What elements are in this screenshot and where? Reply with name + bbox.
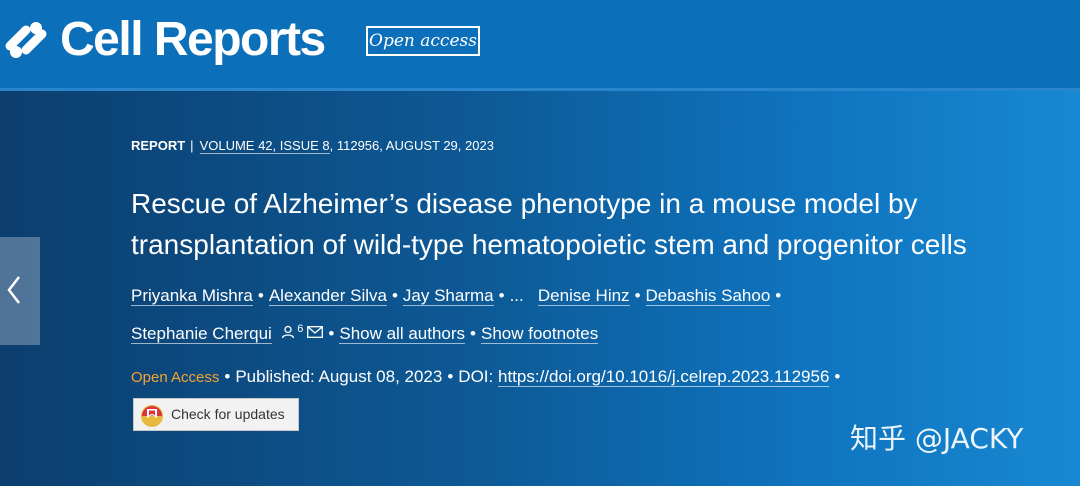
article-type: REPORT xyxy=(131,138,186,153)
volume-issue-link[interactable]: VOLUME 42, ISSUE 8 xyxy=(199,138,330,154)
author-link[interactable]: Denise Hinz xyxy=(537,286,630,306)
journal-logo-text[interactable]: Cell Reports xyxy=(60,10,326,70)
show-footnotes-link[interactable]: Show footnotes xyxy=(481,323,599,344)
author-link[interactable]: Stephanie Cherqui xyxy=(131,323,272,344)
authors-ellipsis: ... xyxy=(509,286,524,305)
author-link[interactable]: Jay Sharma xyxy=(402,286,494,306)
check-for-updates-label: Check for updates xyxy=(171,406,285,422)
watermark: 知乎 @JACKY xyxy=(850,422,1024,455)
open-access-badge: Open access xyxy=(366,26,480,56)
check-for-updates-button[interactable]: Check for updates xyxy=(133,398,299,431)
bullet: • xyxy=(447,367,454,386)
show-all-authors-link[interactable]: Show all authors xyxy=(339,323,466,344)
author-list-continued: Stephanie Cherqui 6 • Show all authors • Sho… xyxy=(131,318,599,345)
bullet: • xyxy=(257,286,264,305)
person-icon[interactable] xyxy=(281,325,295,339)
article-title: Rescue of Alzheimer’s disease phenotype … xyxy=(131,188,967,260)
bullet: • xyxy=(834,367,841,386)
footnote-count[interactable]: 6 xyxy=(297,323,303,335)
crossmark-icon xyxy=(141,405,163,427)
meta-separator: | xyxy=(190,138,194,153)
bullet: • xyxy=(224,367,231,386)
bullet: • xyxy=(775,286,782,305)
article-meta: REPORT | VOLUME 42, ISSUE 8, 112956, AUGUS… xyxy=(131,138,494,154)
bullet: • xyxy=(470,323,476,343)
open-access-label: Open Access xyxy=(131,369,220,386)
published-date: Published: August 08, 2023 xyxy=(235,367,443,386)
bullet: • xyxy=(328,323,335,343)
author-link[interactable]: Priyanka Mishra xyxy=(131,286,253,306)
chevron-left-icon xyxy=(7,276,20,304)
bullet: • xyxy=(634,286,641,305)
bullet: • xyxy=(391,286,398,305)
bullet: • xyxy=(498,286,505,305)
cell-press-logo-icon[interactable] xyxy=(4,16,48,64)
article-number-date: , 112956, AUGUST 29, 2023 xyxy=(329,138,494,153)
author-link[interactable]: Alexander Silva xyxy=(268,286,387,306)
author-list: Priyanka Mishra • Alexander Silva • Jay Shar… xyxy=(131,285,786,307)
mail-icon[interactable] xyxy=(307,326,324,339)
doi-label: DOI: xyxy=(458,367,494,386)
site-header: Cell Reports Open access xyxy=(0,0,1080,88)
doi-link[interactable]: https://doi.org/10.1016/j.celrep.2023.11… xyxy=(497,367,830,387)
carousel-prev-button[interactable] xyxy=(0,237,40,345)
author-link[interactable]: Debashis Sahoo xyxy=(645,286,771,306)
publication-info: Open Access • Published: August 08, 2023 • D… xyxy=(131,366,845,389)
